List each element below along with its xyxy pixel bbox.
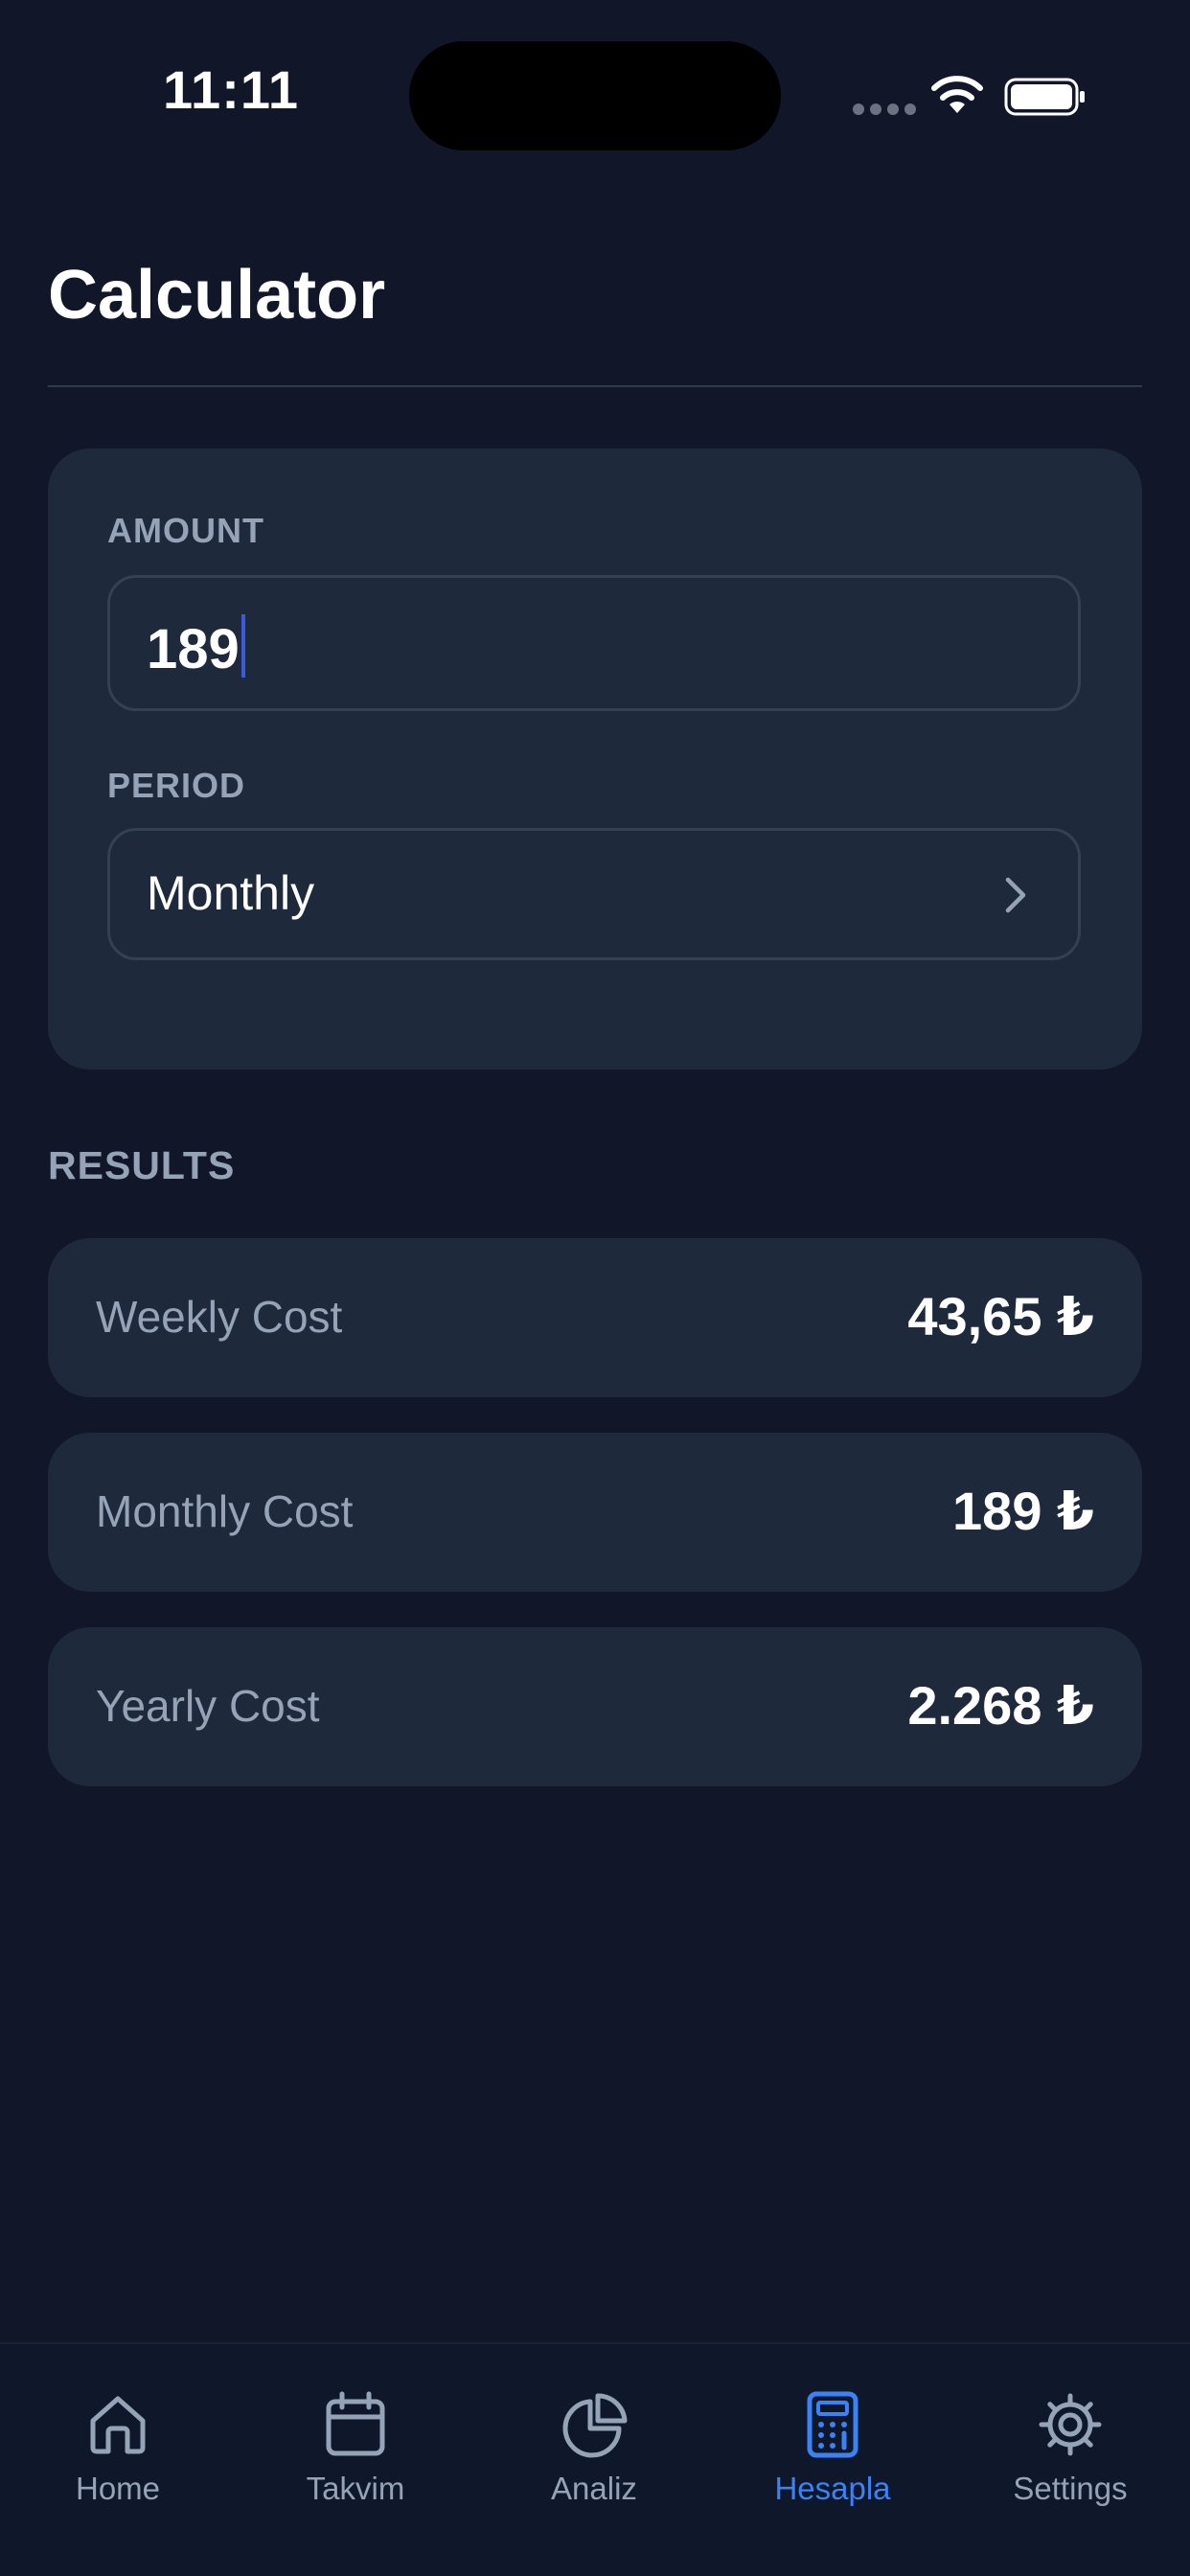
calendar-icon: [326, 2391, 385, 2456]
dynamic-island: [409, 41, 781, 150]
status-time: 11:11: [163, 59, 300, 120]
tab-hesapla[interactable]: Hesapla: [737, 2390, 928, 2524]
tab-home-label: Home: [75, 2471, 161, 2506]
yearly-cost-label: Yearly Cost: [96, 1681, 320, 1731]
wifi-icon: [931, 76, 983, 113]
period-selector[interactable]: Monthly: [107, 828, 1081, 960]
period-label: PERIOD: [107, 766, 246, 805]
yearly-cost-value: 2.268 ₺: [907, 1675, 1094, 1736]
tab-settings[interactable]: Settings: [974, 2390, 1166, 2524]
tab-takvim[interactable]: Takvim: [260, 2390, 451, 2524]
page-title: Calculator: [48, 257, 386, 334]
monthly-cost-value: 189 ₺: [952, 1481, 1094, 1541]
input-card: AMOUNT 189 PERIOD Monthly: [48, 448, 1142, 1070]
amount-input-value: 189: [147, 614, 245, 678]
pie-chart-icon: [562, 2393, 628, 2458]
weekly-cost-label: Weekly Cost: [96, 1292, 343, 1342]
battery-icon: [1004, 78, 1085, 116]
tab-hesapla-label: Hesapla: [774, 2471, 891, 2506]
home-icon: [90, 2396, 146, 2454]
amount-value-text: 189: [147, 618, 240, 680]
amount-input[interactable]: 189: [107, 575, 1081, 711]
cellular-signal-icon: [853, 104, 916, 115]
tab-bar: Home Takvim Analiz Hesapla Settings: [0, 2342, 1190, 2576]
yearly-cost-card: Yearly Cost 2.268 ₺: [48, 1627, 1142, 1786]
amount-label: AMOUNT: [107, 511, 264, 550]
tab-settings-label: Settings: [1013, 2471, 1128, 2506]
tab-analiz-label: Analiz: [551, 2471, 637, 2506]
weekly-cost-card: Weekly Cost 43,65 ₺: [48, 1238, 1142, 1397]
monthly-cost-label: Monthly Cost: [96, 1486, 354, 1536]
monthly-cost-card: Monthly Cost 189 ₺: [48, 1433, 1142, 1592]
results-heading: RESULTS: [48, 1143, 236, 1187]
tab-analiz[interactable]: Analiz: [498, 2390, 690, 2524]
calculator-icon: [807, 2391, 858, 2458]
tab-takvim-label: Takvim: [306, 2471, 405, 2506]
text-caret: [240, 614, 245, 678]
tab-home[interactable]: Home: [22, 2390, 214, 2524]
period-value: Monthly: [147, 866, 315, 920]
weekly-cost-value: 43,65 ₺: [907, 1286, 1094, 1346]
chevron-right-icon: [1005, 877, 1026, 913]
gear-icon: [1039, 2393, 1102, 2456]
title-divider: [48, 385, 1142, 387]
